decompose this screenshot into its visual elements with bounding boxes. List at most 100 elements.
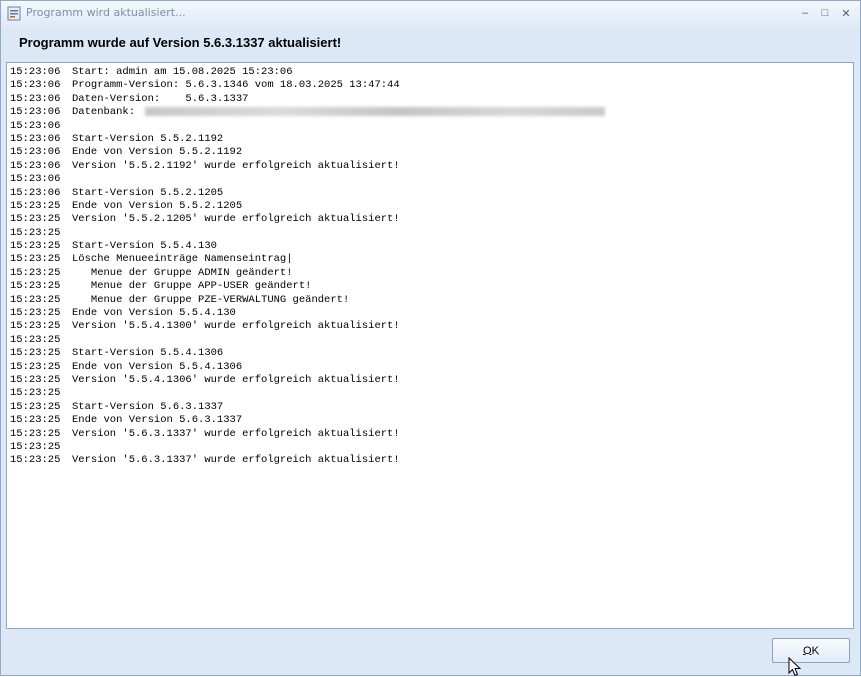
log-line: 15:23:25 Menue der Gruppe PZE-VERWALTUNG… — [10, 294, 605, 307]
log-timestamp: 15:23:06 — [10, 119, 61, 132]
log-lines: 15:23:06 Start: admin am 15.08.2025 15:23… — [10, 66, 606, 468]
log-timestamp: 15:23:25 — [10, 387, 61, 400]
log-timestamp: 15:23:25 — [10, 320, 61, 333]
log-timestamp: 15:23:06 — [10, 186, 61, 199]
log-line: 15:23:25 Version '5.6.3.1337' wurde erfol… — [10, 454, 605, 467]
log-message: Ende von Version 5.5.4.1306 — [72, 360, 243, 373]
log-timestamp: 15:23:25 — [10, 440, 61, 453]
title-bar[interactable]: Programm wird aktualisiert... – □ ✕ — [1, 1, 860, 27]
log-line: 15:23:25 — [10, 441, 605, 454]
log-message: Ende von Version 5.5.2.1192 — [72, 146, 243, 159]
redacted-database-path — [145, 106, 606, 116]
log-timestamp: 15:23:06 — [10, 106, 61, 119]
log-message: Menue der Gruppe APP-USER geändert! — [72, 280, 312, 293]
log-timestamp: 15:23:25 — [10, 293, 61, 306]
log-timestamp: 15:23:06 — [10, 132, 61, 145]
log-message: Start-Version 5.5.2.1205 — [72, 186, 224, 199]
mouse-cursor-icon — [788, 657, 802, 677]
log-line: 15:23:25 Ende von Version 5.5.2.1205 — [10, 200, 605, 213]
log-message: Start-Version 5.5.2.1192 — [72, 132, 224, 145]
update-status-heading: Programm wurde auf Version 5.6.3.1337 ak… — [19, 35, 342, 50]
log-line: 15:23:25 Start-Version 5.5.4.1306 — [10, 347, 605, 360]
log-message: Lösche Menueeinträge Namenseintrag| — [72, 253, 293, 266]
log-line: 15:23:06 Start-Version 5.5.2.1192 — [10, 133, 605, 146]
log-message: Start-Version 5.5.4.130 — [72, 240, 217, 253]
log-line: 15:23:25 Menue der Gruppe ADMIN geändert… — [10, 267, 605, 280]
maximize-button[interactable]: □ — [816, 5, 834, 21]
log-timestamp: 15:23:06 — [10, 173, 61, 186]
log-timestamp: 15:23:25 — [10, 427, 61, 440]
log-line: 15:23:06 Version '5.5.2.1192' wurde erfol… — [10, 160, 605, 173]
ok-button-label: OK — [803, 644, 819, 657]
log-timestamp: 15:23:25 — [10, 454, 61, 467]
log-line: 15:23:06 — [10, 120, 605, 133]
log-message: Start-Version 5.5.4.1306 — [72, 347, 224, 360]
log-line: 15:23:25 Version '5.5.4.1300' wurde erfol… — [10, 320, 605, 333]
log-timestamp: 15:23:25 — [10, 333, 61, 346]
log-line: 15:23:06 — [10, 173, 605, 186]
log-line: 15:23:25 Start-Version 5.6.3.1337 — [10, 401, 605, 414]
log-timestamp: 15:23:25 — [10, 253, 61, 266]
header-panel: Programm wurde auf Version 5.6.3.1337 ak… — [1, 27, 860, 61]
log-timestamp: 15:23:25 — [10, 360, 61, 373]
log-timestamp: 15:23:06 — [10, 159, 61, 172]
ok-button[interactable]: OK — [772, 638, 850, 663]
log-message: Version '5.6.3.1337' wurde erfolgreich a… — [72, 427, 400, 440]
close-button[interactable]: ✕ — [837, 5, 855, 21]
log-message: Daten-Version: 5.6.3.1337 — [72, 92, 249, 105]
log-timestamp: 15:23:25 — [10, 347, 61, 360]
log-message: Menue der Gruppe ADMIN geändert! — [72, 266, 293, 279]
log-message: Version '5.5.4.1300' wurde erfolgreich a… — [72, 320, 400, 333]
log-timestamp: 15:23:06 — [10, 92, 61, 105]
log-timestamp: 15:23:25 — [10, 199, 61, 212]
window-title: Programm wird aktualisiert... — [26, 6, 186, 19]
log-line: 15:23:06 Daten-Version: 5.6.3.1337 — [10, 93, 605, 106]
log-line: 15:23:25 — [10, 334, 605, 347]
log-message: Version '5.5.2.1192' wurde erfolgreich a… — [72, 159, 400, 172]
maximize-icon: □ — [821, 7, 829, 19]
log-message: Ende von Version 5.6.3.1337 — [72, 414, 243, 427]
log-line: 15:23:25 Ende von Version 5.5.4.130 — [10, 307, 605, 320]
log-line: 15:23:06 Ende von Version 5.5.2.1192 — [10, 146, 605, 159]
log-message: Datenbank: — [72, 106, 136, 119]
minimize-button[interactable]: – — [796, 5, 814, 21]
log-timestamp: 15:23:25 — [10, 373, 61, 386]
log-line: 15:23:25 Version '5.5.2.1205' wurde erfol… — [10, 213, 605, 226]
update-dialog: Programm wird aktualisiert... – □ ✕ Prog… — [0, 0, 861, 677]
log-line: 15:23:25 — [10, 387, 605, 400]
log-line: 15:23:06 Programm-Version: 5.6.3.1346 vom… — [10, 79, 605, 92]
log-message: Programm-Version: 5.6.3.1346 vom 18.03.2… — [72, 79, 400, 92]
app-icon — [7, 6, 21, 21]
log-timestamp: 15:23:06 — [10, 79, 61, 92]
log-timestamp: 15:23:06 — [10, 66, 61, 78]
log-message: Menue der Gruppe PZE-VERWALTUNG geändert… — [72, 293, 350, 306]
log-timestamp: 15:23:25 — [10, 213, 61, 226]
log-line: 15:23:25 Menue der Gruppe APP-USER geänd… — [10, 280, 605, 293]
log-timestamp: 15:23:25 — [10, 280, 61, 293]
log-message: Ende von Version 5.5.4.130 — [72, 307, 236, 320]
log-message: Version '5.6.3.1337' wurde erfolgreich a… — [72, 454, 400, 467]
log-timestamp: 15:23:25 — [10, 400, 61, 413]
log-timestamp: 15:23:06 — [10, 146, 61, 159]
log-timestamp: 15:23:25 — [10, 240, 61, 253]
log-timestamp: 15:23:25 — [10, 414, 61, 427]
log-line: 15:23:25 Ende von Version 5.6.3.1337 — [10, 414, 605, 427]
log-message: Version '5.5.2.1205' wurde erfolgreich a… — [72, 213, 400, 226]
log-timestamp: 15:23:25 — [10, 266, 61, 279]
log-timestamp: 15:23:25 — [10, 226, 61, 239]
log-line: 15:23:06 Datenbank: — [10, 106, 606, 119]
log-line: 15:23:25 Lösche Menueeinträge Namenseintr… — [10, 253, 605, 266]
log-message: Start-Version 5.6.3.1337 — [72, 400, 224, 413]
close-icon: ✕ — [841, 7, 851, 20]
log-message: Start: admin am 15.08.2025 15:23:06 — [72, 66, 293, 78]
log-line: 15:23:25 Version '5.6.3.1337' wurde erfol… — [10, 428, 605, 441]
log-message: Ende von Version 5.5.2.1205 — [72, 199, 243, 212]
minimize-icon: – — [801, 7, 809, 19]
log-line: 15:23:25 Start-Version 5.5.4.130 — [10, 240, 605, 253]
log-line: 15:23:06 Start: admin am 15.08.2025 15:23… — [10, 66, 605, 79]
log-line: 15:23:06 Start-Version 5.5.2.1205 — [10, 187, 605, 200]
log-timestamp: 15:23:25 — [10, 307, 61, 320]
log-line: 15:23:25 Version '5.5.4.1306' wurde erfol… — [10, 374, 605, 387]
log-message: Version '5.5.4.1306' wurde erfolgreich a… — [72, 373, 400, 386]
update-log[interactable]: 15:23:06 Start: admin am 15.08.2025 15:23… — [6, 62, 854, 629]
